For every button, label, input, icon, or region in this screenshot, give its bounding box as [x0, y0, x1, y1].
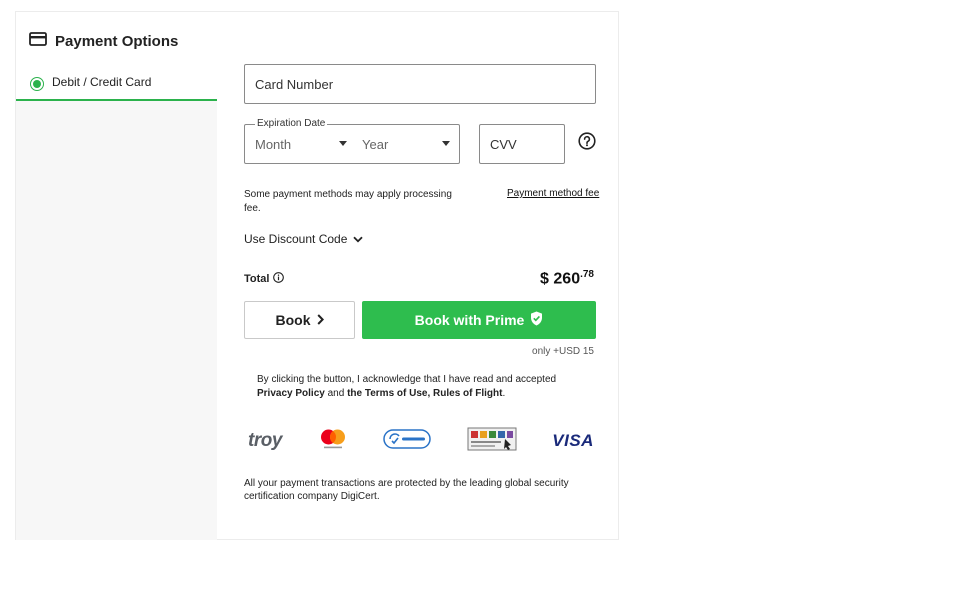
- consent-prefix: By clicking the button, I acknowledge th…: [257, 374, 557, 385]
- method-radio[interactable]: [30, 77, 44, 91]
- security-badge-logo: [467, 427, 517, 456]
- terms-of-use-link[interactable]: the Terms of Use, Rules of Flight: [347, 388, 502, 399]
- chevron-down-icon: [339, 141, 347, 146]
- troy-logo: troy: [248, 430, 282, 451]
- chevron-right-icon: [316, 312, 324, 328]
- consent-suffix: .: [502, 388, 506, 399]
- mastercard-logo: [318, 428, 348, 455]
- privacy-policy-link[interactable]: Privacy Policy: [257, 388, 325, 399]
- consent-and: and: [327, 388, 345, 399]
- chevron-down-icon: [353, 232, 364, 246]
- year-select[interactable]: Year: [362, 125, 454, 163]
- total-label: Total: [244, 272, 285, 286]
- digicert-logo: [383, 428, 431, 455]
- book-with-prime-button[interactable]: Book with Prime: [362, 301, 596, 339]
- total-amount-decimal: .78: [580, 269, 594, 280]
- cvv-input[interactable]: [480, 125, 564, 163]
- payment-options-panel: Payment Options Debit / Credit Card Expi…: [15, 11, 619, 540]
- book-button-label: Book: [275, 312, 311, 328]
- consent-text: By clicking the button, I acknowledge th…: [257, 373, 577, 401]
- use-discount-code-toggle[interactable]: Use Discount Code: [244, 232, 364, 246]
- info-icon[interactable]: [273, 272, 285, 286]
- sidebar-background: [16, 101, 217, 540]
- book-with-prime-label: Book with Prime: [414, 312, 525, 328]
- expiration-date-group: Expiration Date Month Year: [244, 118, 460, 164]
- method-tab-label: Debit / Credit Card: [52, 75, 152, 89]
- cvv-field[interactable]: [479, 124, 565, 164]
- payment-logos: troy VISA: [248, 426, 594, 456]
- discount-code-label: Use Discount Code: [244, 232, 348, 246]
- help-question-icon[interactable]: [578, 132, 596, 155]
- security-note: All your payment transactions are protec…: [244, 478, 569, 502]
- total-label-text: Total: [244, 273, 270, 285]
- card-number-input[interactable]: [245, 65, 595, 103]
- chevron-down-icon: [442, 141, 450, 146]
- processing-fee-note: Some payment methods may apply processin…: [244, 189, 452, 214]
- card-number-field[interactable]: [244, 64, 596, 104]
- year-select-value: Year: [362, 136, 389, 152]
- total-amount-main: 260: [553, 270, 581, 288]
- month-select[interactable]: Month: [255, 125, 351, 163]
- prime-extra-cost: only +USD 15: [532, 346, 594, 357]
- page-title: Payment Options: [55, 33, 179, 50]
- total-currency: $: [540, 270, 549, 288]
- payment-options-header: Payment Options: [29, 32, 178, 51]
- credit-card-icon: [29, 32, 47, 51]
- book-button[interactable]: Book: [244, 301, 355, 339]
- payment-method-fee-link[interactable]: Payment method fee: [507, 188, 599, 199]
- visa-logo: VISA: [552, 431, 594, 450]
- month-select-value: Month: [255, 136, 292, 152]
- method-tab-debit-credit-card[interactable]: Debit / Credit Card: [16, 71, 217, 101]
- shield-check-icon: [530, 311, 543, 329]
- total-amount: $ 260.78: [540, 269, 594, 288]
